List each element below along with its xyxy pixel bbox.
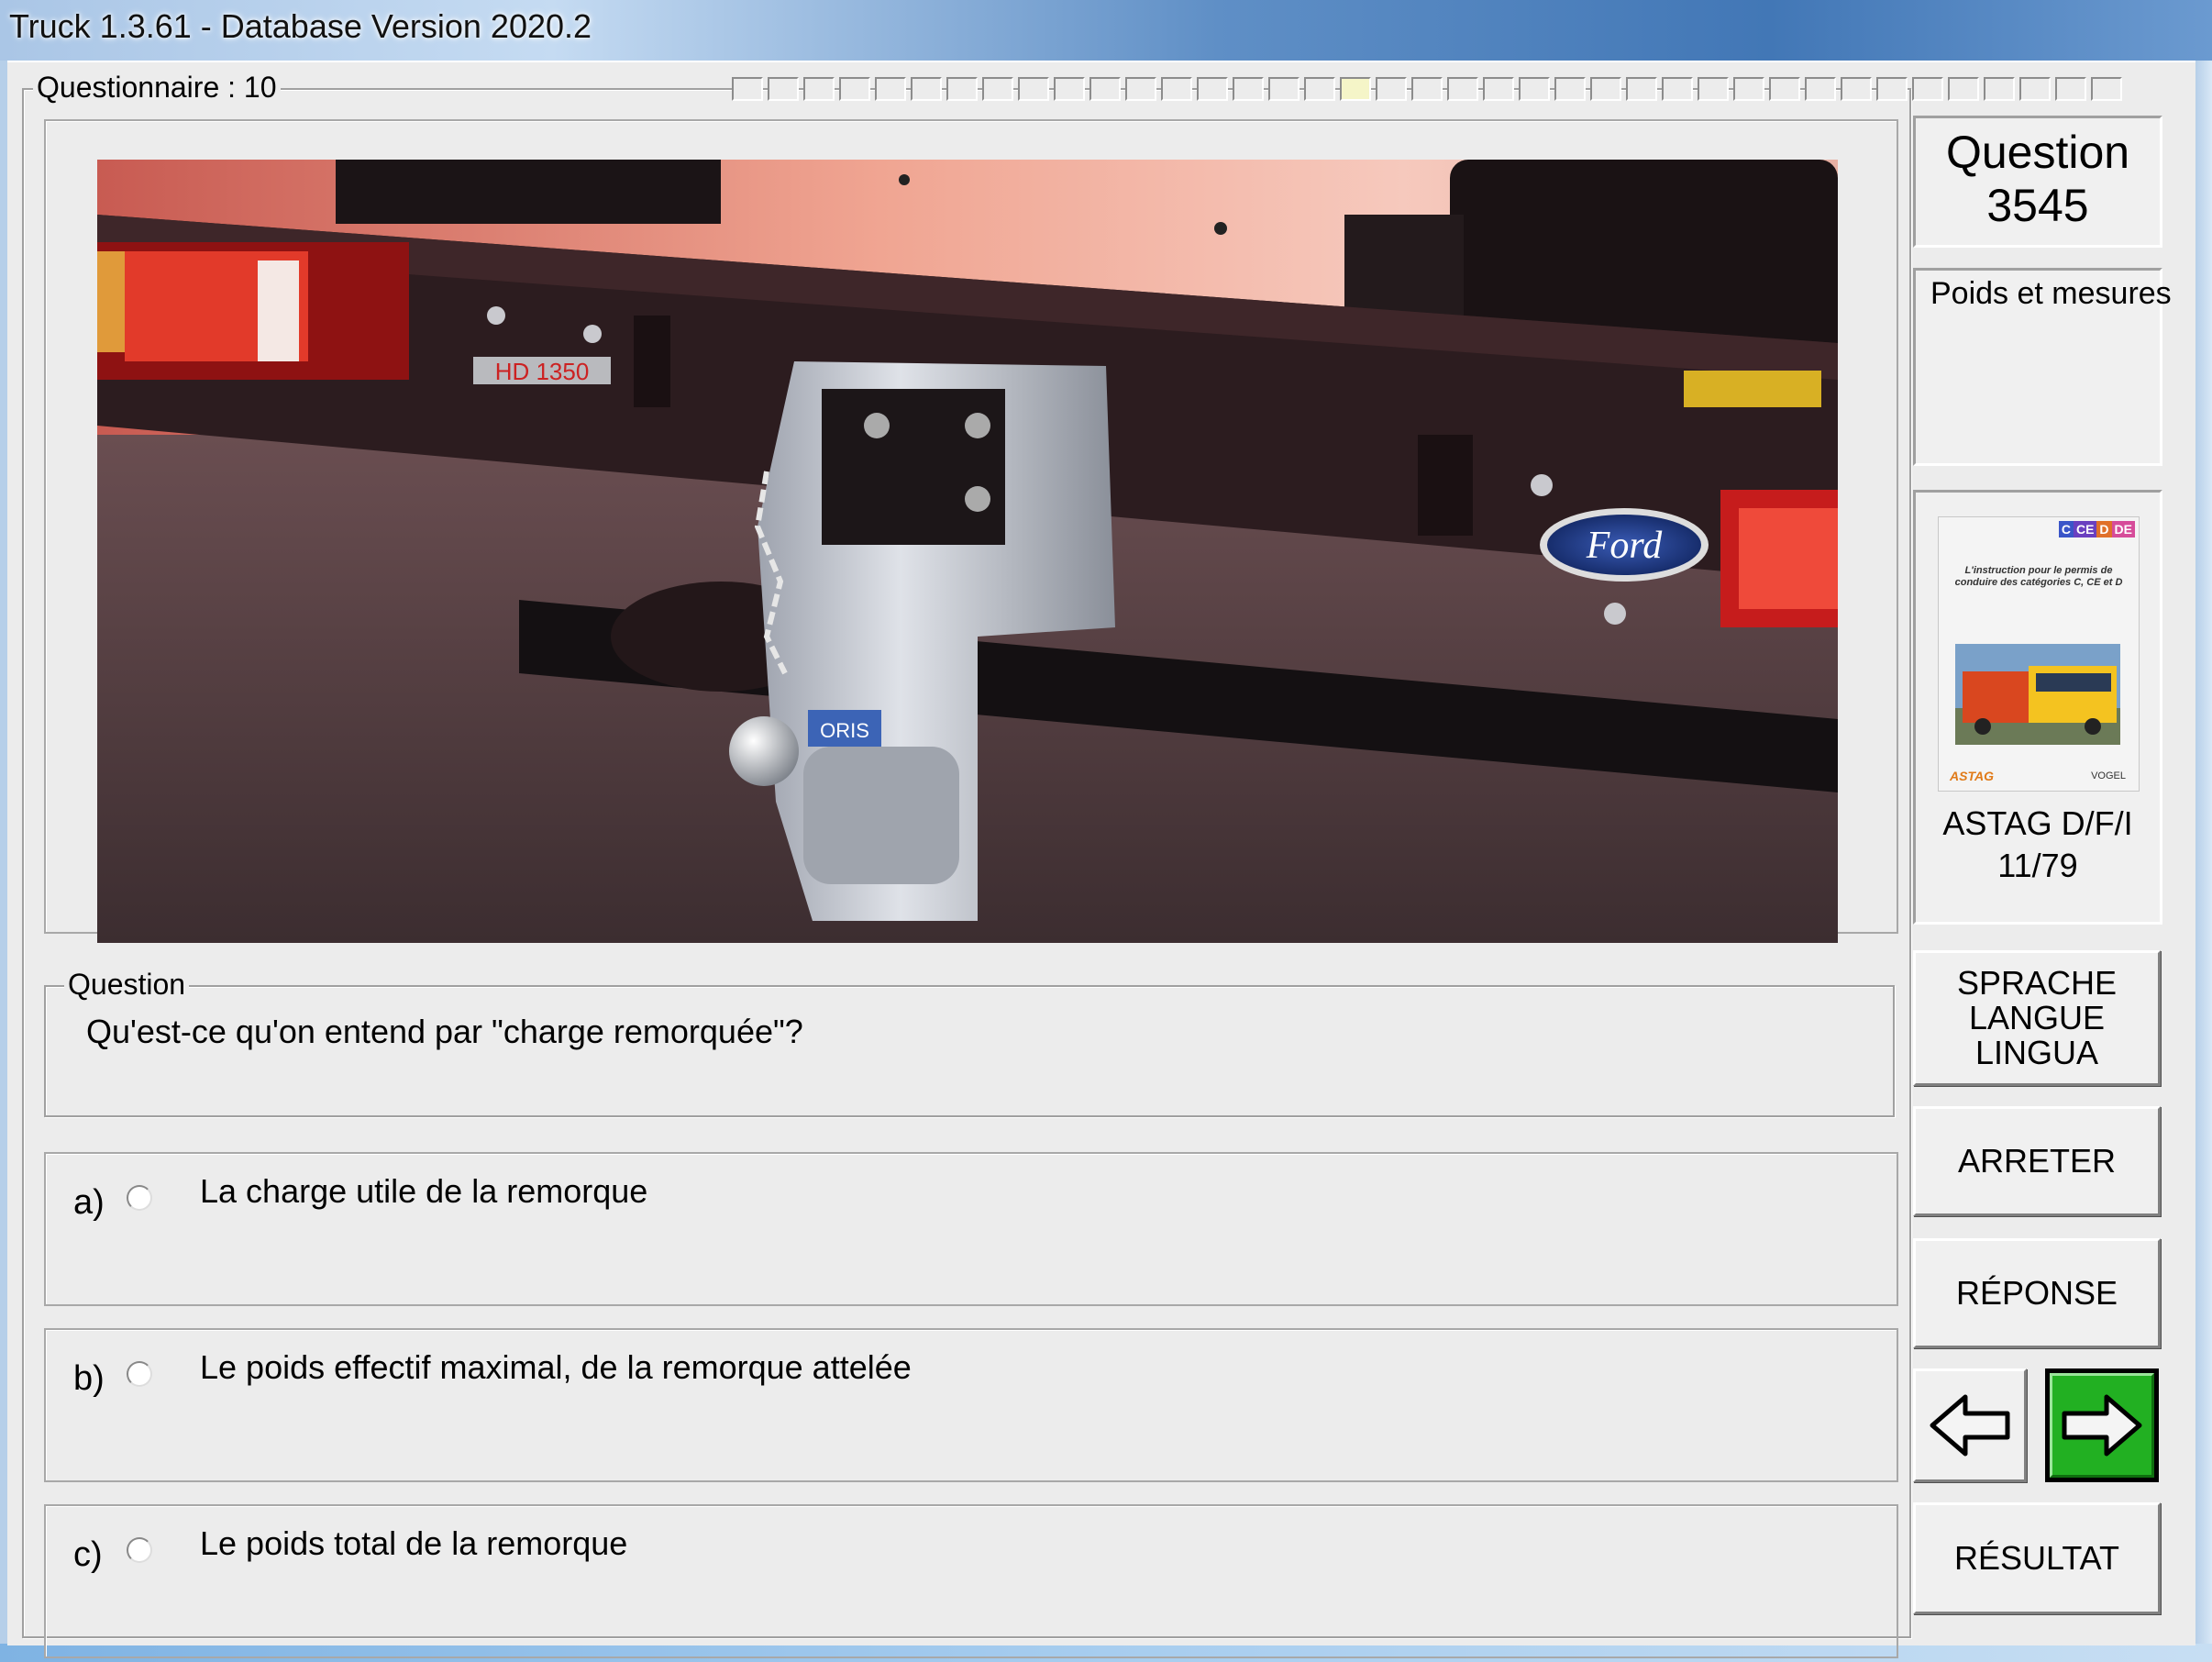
answer-text: Le poids effectif maximal, de la remorqu…	[200, 1348, 912, 1386]
book-cover-bus-image	[1955, 644, 2120, 745]
progress-cell	[1483, 77, 1514, 101]
progress-cell-current	[1340, 77, 1371, 101]
language-label-it: LINGUA	[1974, 1034, 2099, 1071]
progress-cell	[839, 77, 870, 101]
progress-cell	[1698, 77, 1729, 101]
question-legend: Question	[64, 969, 190, 1000]
license-category-badge: CE	[2073, 521, 2097, 537]
answer-text: Le poids total de la remorque	[200, 1524, 628, 1562]
progress-cell	[1912, 77, 1943, 101]
answer-text: La charge utile de la remorque	[200, 1172, 648, 1210]
arrow-left-icon	[1930, 1394, 2010, 1457]
source-book-panel: C CE D DE L'instruction pour le permis de c…	[1913, 490, 2162, 925]
progress-cell	[1590, 77, 1621, 101]
progress-cell	[768, 77, 799, 101]
questionnaire-group: Questionnaire : 10 HD 1350 Ford ORIS Que…	[22, 72, 2122, 1658]
progress-cell	[1841, 77, 1872, 101]
result-button[interactable]: RÉSULTAT	[1913, 1502, 2161, 1614]
publisher-logo-left: ASTAG	[1950, 769, 1994, 783]
progress-cell	[1626, 77, 1657, 101]
progress-cell	[803, 77, 835, 101]
progress-cell	[732, 77, 763, 101]
questionnaire-label: Questionnaire : 10	[33, 72, 281, 103]
next-button-face	[2050, 1373, 2154, 1478]
license-category-badge: C	[2058, 521, 2074, 537]
progress-cell	[2019, 77, 2051, 101]
answer-option-c[interactable]: c) Le poids total de la remorque	[44, 1504, 1898, 1658]
progress-cell	[1554, 77, 1586, 101]
language-label-de: SPRACHE	[1956, 964, 2118, 1002]
language-label-fr: LANGUE	[1968, 999, 2106, 1036]
progress-cell	[1054, 77, 1085, 101]
progress-cell	[982, 77, 1013, 101]
progress-cell	[1876, 77, 1908, 101]
progress-cell	[1089, 77, 1121, 101]
progress-cell	[1769, 77, 1800, 101]
progress-cell	[1197, 77, 1228, 101]
ford-logo-text: Ford	[1586, 525, 1663, 567]
answer-letter: a)	[73, 1183, 105, 1222]
publisher-logo-right: VOGEL	[2091, 770, 2126, 781]
progress-cell	[2055, 77, 2086, 101]
progress-cell	[1411, 77, 1443, 101]
answer-letter: c)	[73, 1535, 103, 1574]
answer-radio-a[interactable]	[127, 1185, 152, 1211]
progress-cell	[1018, 77, 1049, 101]
answer-radio-c[interactable]	[127, 1537, 152, 1563]
license-category-badge: D	[2096, 521, 2112, 537]
window-frame-right	[2195, 61, 2212, 1662]
progress-cell	[1161, 77, 1192, 101]
client-area: Questionnaire : 10 HD 1350 Ford ORIS Que…	[7, 61, 2195, 1658]
book-reference-line1: ASTAG D/F/I	[1942, 804, 2133, 842]
progress-cell	[1268, 77, 1300, 101]
question-title: Question	[1945, 127, 2130, 178]
progress-cell	[2091, 77, 2122, 101]
progress-cell	[1125, 77, 1156, 101]
next-button[interactable]	[2045, 1368, 2159, 1482]
progress-cell	[875, 77, 906, 101]
previous-button[interactable]	[1913, 1368, 2027, 1482]
plate-text: HD 1350	[495, 358, 590, 385]
progress-cell	[1376, 77, 1407, 101]
progress-cell	[911, 77, 942, 101]
progress-cell	[946, 77, 978, 101]
progress-indicator	[732, 77, 2127, 101]
progress-cell	[1304, 77, 1335, 101]
progress-cell	[1984, 77, 2015, 101]
question-number: 3545	[1986, 180, 2089, 231]
progress-cell	[1447, 77, 1478, 101]
question-group: Question Qu'est-ce qu'on entend par "cha…	[44, 969, 1895, 1117]
category-badges: C CE D DE	[2058, 521, 2135, 537]
arrow-right-icon	[2062, 1394, 2142, 1457]
progress-cell	[1805, 77, 1836, 101]
book-cover: C CE D DE L'instruction pour le permis de c…	[1938, 516, 2140, 792]
truck-hitch-photo: HD 1350 Ford ORIS	[97, 160, 1838, 943]
answer-letter: b)	[73, 1359, 105, 1398]
question-image: HD 1350 Ford ORIS	[97, 160, 1838, 943]
license-category-badge: DE	[2111, 521, 2135, 537]
progress-cell	[1233, 77, 1264, 101]
progress-cell	[1733, 77, 1764, 101]
category-label: Poids et mesures	[1930, 276, 2172, 311]
category-panel: Poids et mesures	[1913, 268, 2172, 466]
answer-radio-b[interactable]	[127, 1361, 152, 1387]
stop-button[interactable]: ARRETER	[1913, 1106, 2161, 1216]
answer-option-a[interactable]: a) La charge utile de la remorque	[44, 1152, 1898, 1306]
question-text: Qu'est-ce qu'on entend par "charge remor…	[86, 1013, 803, 1050]
window-frame-left	[0, 61, 7, 1662]
progress-cell	[1519, 77, 1550, 101]
hitch-label: ORIS	[820, 719, 869, 742]
language-button[interactable]: SPRACHE LANGUE LINGUA	[1913, 950, 2161, 1086]
progress-cell	[1948, 77, 1979, 101]
answer-button[interactable]: RÉPONSE	[1913, 1238, 2161, 1348]
book-reference-line2: 11/79	[1997, 847, 2078, 884]
question-number-panel: Question 3545	[1913, 116, 2162, 248]
window-title: Truck 1.3.61 - Database Version 2020.2	[9, 7, 592, 45]
window-titlebar[interactable]: Truck 1.3.61 - Database Version 2020.2	[0, 0, 2212, 61]
answer-option-b[interactable]: b) Le poids effectif maximal, de la remo…	[44, 1328, 1898, 1482]
progress-cell	[1662, 77, 1693, 101]
book-subtitle: L'instruction pour le permis de conduire…	[1954, 565, 2123, 588]
